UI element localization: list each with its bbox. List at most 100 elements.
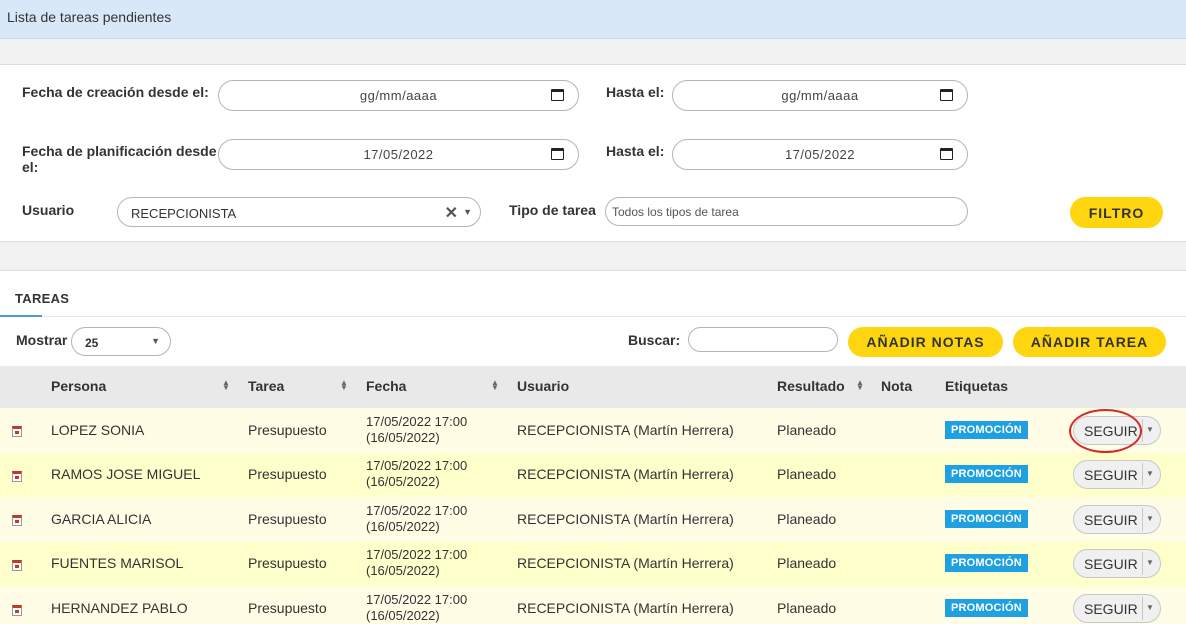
search-label: Buscar: bbox=[628, 332, 681, 348]
col-nota[interactable]: Nota bbox=[881, 378, 912, 394]
creation-from-date-input[interactable]: gg/mm/aaaa bbox=[218, 80, 579, 111]
col-resultado[interactable]: Resultado bbox=[777, 378, 845, 394]
task-type-select[interactable]: Todos los tipos de tarea bbox=[605, 197, 968, 226]
table-row: HERNANDEZ PABLO Presupuesto 17/05/2022 1… bbox=[0, 587, 1186, 624]
fecha-planned: 17/05/2022 17:00 bbox=[366, 503, 468, 518]
seguir-button[interactable]: SEGUIR ▼ bbox=[1073, 549, 1161, 578]
seguir-label: SEGUIR bbox=[1084, 512, 1138, 528]
seguir-button[interactable]: SEGUIR ▼ bbox=[1073, 460, 1161, 489]
button-divider bbox=[1142, 552, 1143, 575]
resultado-cell: Planeado bbox=[777, 555, 837, 571]
fecha-planned: 17/05/2022 17:00 bbox=[366, 547, 468, 562]
document-icon[interactable] bbox=[12, 560, 22, 571]
calendar-icon[interactable] bbox=[940, 148, 953, 160]
user-select[interactable]: RECEPCIONISTA ✕ ▼ bbox=[117, 197, 481, 227]
tarea-cell: Presupuesto bbox=[248, 466, 327, 482]
seguir-button[interactable]: SEGUIR ▼ bbox=[1073, 505, 1161, 534]
planning-from-label-line1: Fecha de planificación desde bbox=[22, 143, 217, 159]
document-icon[interactable] bbox=[12, 605, 22, 616]
persona-cell[interactable]: GARCIA ALICIA bbox=[51, 511, 151, 527]
tag-badge: PROMOCIÓN bbox=[945, 599, 1028, 617]
task-type-placeholder: Todos los tipos de tarea bbox=[612, 205, 739, 219]
fecha-planned: 17/05/2022 17:00 bbox=[366, 414, 468, 429]
usuario-cell: RECEPCIONISTA (Martín Herrera) bbox=[517, 555, 734, 571]
fecha-cell: 17/05/2022 17:00 (16/05/2022) bbox=[366, 592, 467, 624]
clear-icon[interactable]: ✕ bbox=[445, 203, 458, 223]
planning-to-date-input[interactable]: 17/05/2022 bbox=[672, 139, 968, 170]
calendar-icon[interactable] bbox=[940, 89, 953, 101]
add-task-button[interactable]: AÑADIR TAREA bbox=[1013, 327, 1166, 357]
chevron-down-icon[interactable]: ▼ bbox=[1146, 558, 1154, 567]
filter-panel: Fecha de creación desde el: gg/mm/aaaa H… bbox=[0, 64, 1186, 242]
document-icon[interactable] bbox=[12, 471, 22, 482]
sort-icon[interactable]: ▲ ▼ bbox=[340, 379, 348, 392]
tag-badge: PROMOCIÓN bbox=[945, 465, 1028, 483]
button-divider bbox=[1142, 508, 1143, 531]
persona-cell[interactable]: FUENTES MARISOL bbox=[51, 555, 183, 571]
persona-cell[interactable]: RAMOS JOSE MIGUEL bbox=[51, 466, 200, 482]
add-notes-button[interactable]: AÑADIR NOTAS bbox=[848, 327, 1003, 357]
planning-from-label-line2: el: bbox=[22, 159, 39, 175]
creation-to-date-input[interactable]: gg/mm/aaaa bbox=[672, 80, 968, 111]
page-size-label: Mostrar bbox=[16, 332, 68, 348]
button-divider bbox=[1142, 419, 1143, 442]
resultado-cell: Planeado bbox=[777, 511, 837, 527]
tarea-cell: Presupuesto bbox=[248, 555, 327, 571]
page-header: Lista de tareas pendientes bbox=[0, 0, 1186, 39]
document-icon[interactable] bbox=[12, 426, 22, 437]
tag-badge: PROMOCIÓN bbox=[945, 554, 1028, 572]
usuario-cell: RECEPCIONISTA (Martín Herrera) bbox=[517, 511, 734, 527]
usuario-cell: RECEPCIONISTA (Martín Herrera) bbox=[517, 466, 734, 482]
chevron-down-icon[interactable]: ▼ bbox=[1146, 514, 1154, 523]
chevron-down-icon[interactable]: ▼ bbox=[463, 207, 472, 217]
table-row: GARCIA ALICIA Presupuesto 17/05/2022 17:… bbox=[0, 497, 1186, 542]
resultado-cell: Planeado bbox=[777, 600, 837, 616]
chevron-down-icon[interactable]: ▼ bbox=[1146, 425, 1154, 434]
col-tarea[interactable]: Tarea bbox=[248, 378, 284, 394]
fecha-planned: 17/05/2022 17:00 bbox=[366, 592, 468, 607]
planning-to-label: Hasta el: bbox=[606, 143, 665, 159]
col-usuario[interactable]: Usuario bbox=[517, 378, 569, 394]
page-size-value: 25 bbox=[85, 336, 99, 350]
chevron-down-icon[interactable]: ▼ bbox=[1146, 469, 1154, 478]
fecha-cell: 17/05/2022 17:00 (16/05/2022) bbox=[366, 458, 467, 490]
creation-to-label: Hasta el: bbox=[606, 84, 665, 100]
planning-from-date-input[interactable]: 17/05/2022 bbox=[218, 139, 579, 170]
col-fecha[interactable]: Fecha bbox=[366, 378, 406, 394]
table-header: Persona ▲ ▼ Tarea ▲ ▼ Fecha ▲ ▼ Usuario Res… bbox=[0, 366, 1186, 409]
filter-button[interactable]: FILTRO bbox=[1070, 197, 1163, 228]
tarea-cell: Presupuesto bbox=[248, 422, 327, 438]
button-divider bbox=[1142, 597, 1143, 620]
persona-cell[interactable]: LOPEZ SONIA bbox=[51, 422, 144, 438]
highlight-circle bbox=[1069, 409, 1142, 453]
col-etiquetas[interactable]: Etiquetas bbox=[945, 378, 1008, 394]
page-size-select[interactable]: 25 ▼ bbox=[71, 327, 171, 356]
seguir-button[interactable]: SEGUIR ▼ bbox=[1073, 594, 1161, 623]
task-type-label: Tipo de tarea bbox=[509, 202, 596, 218]
calendar-icon[interactable] bbox=[551, 89, 564, 101]
persona-cell[interactable]: HERNANDEZ PABLO bbox=[51, 600, 188, 616]
tarea-cell: Presupuesto bbox=[248, 600, 327, 616]
sort-icon[interactable]: ▲ ▼ bbox=[856, 379, 864, 392]
sort-icon[interactable]: ▲ ▼ bbox=[222, 379, 230, 392]
user-select-value: RECEPCIONISTA bbox=[131, 206, 237, 221]
col-persona[interactable]: Persona bbox=[51, 378, 106, 394]
page-title: Lista de tareas pendientes bbox=[7, 9, 172, 25]
calendar-icon[interactable] bbox=[551, 148, 564, 160]
fecha-cell: 17/05/2022 17:00 (16/05/2022) bbox=[366, 547, 467, 579]
search-input[interactable] bbox=[688, 327, 838, 352]
usuario-cell: RECEPCIONISTA (Martín Herrera) bbox=[517, 600, 734, 616]
resultado-cell: Planeado bbox=[777, 466, 837, 482]
chevron-down-icon[interactable]: ▼ bbox=[1146, 603, 1154, 612]
chevron-down-icon[interactable]: ▼ bbox=[151, 336, 160, 346]
planning-from-label: Fecha de planificación desde el: bbox=[22, 143, 217, 175]
creation-from-value: gg/mm/aaaa bbox=[359, 88, 438, 103]
document-icon[interactable] bbox=[12, 515, 22, 526]
tab-tareas[interactable]: TAREAS bbox=[15, 291, 69, 306]
usuario-cell: RECEPCIONISTA (Martín Herrera) bbox=[517, 422, 734, 438]
user-label: Usuario bbox=[22, 202, 75, 218]
seguir-label: SEGUIR bbox=[1084, 556, 1138, 572]
sort-icon[interactable]: ▲ ▼ bbox=[491, 379, 499, 392]
tarea-cell: Presupuesto bbox=[248, 511, 327, 527]
table-row: FUENTES MARISOL Presupuesto 17/05/2022 1… bbox=[0, 542, 1186, 587]
